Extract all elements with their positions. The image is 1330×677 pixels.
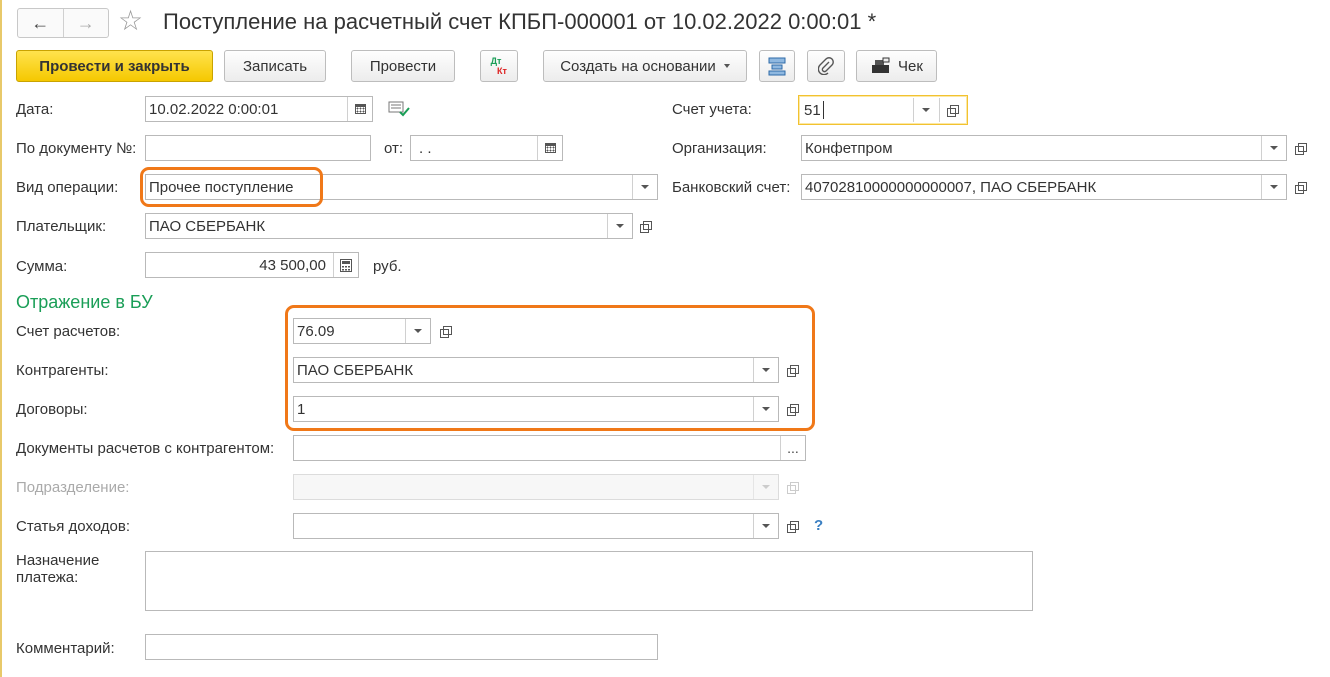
chevron-down-icon[interactable]	[913, 98, 938, 122]
back-button[interactable]: ←	[18, 9, 63, 37]
highlight-operation-type	[140, 167, 323, 207]
bank-account-label: Банковский счет:	[672, 179, 791, 196]
chevron-down-icon[interactable]	[753, 514, 778, 538]
calendar-button[interactable]	[347, 97, 372, 121]
dt-kt-icon-top: Дт	[490, 56, 502, 66]
payment-purpose-textarea[interactable]	[145, 551, 1033, 611]
dt-kt-icon-bottom: Кт	[497, 66, 507, 76]
save-button[interactable]: Записать	[224, 50, 326, 82]
paperclip-icon	[818, 57, 834, 75]
calendar-icon	[544, 143, 556, 153]
help-icon[interactable]: ?	[814, 517, 823, 534]
nav-group: ← →	[17, 8, 109, 38]
organization-value: Конфетпром	[805, 140, 893, 157]
window-edge	[0, 0, 2, 677]
account-value: 51	[804, 102, 821, 119]
arrow-left-icon: ←	[31, 12, 50, 33]
organization-label: Организация:	[672, 140, 767, 157]
calculator-button[interactable]	[333, 253, 358, 277]
settlement-docs-input[interactable]: ...	[293, 435, 806, 461]
open-organization-button[interactable]	[1288, 136, 1312, 160]
calculator-icon	[340, 258, 352, 272]
payer-label: Плательщик:	[16, 218, 107, 235]
doc-date-field[interactable]: . .	[410, 135, 563, 161]
counterparties-label: Контрагенты:	[16, 362, 109, 379]
open-payer-button[interactable]	[633, 214, 657, 238]
account-select[interactable]: 51	[798, 95, 968, 125]
open-bank-account-button[interactable]	[1288, 175, 1312, 199]
open-icon	[786, 520, 799, 533]
bank-account-select[interactable]: 40702810000000000007, ПАО СБЕРБАНК	[801, 174, 1287, 200]
comment-input[interactable]	[145, 634, 658, 660]
payer-value: ПАО СБЕРБАНК	[149, 218, 266, 235]
arrow-right-icon: →	[76, 12, 95, 33]
operation-type-label: Вид операции:	[16, 179, 119, 196]
receipt-button[interactable]: Чек	[856, 50, 937, 82]
amount-label: Сумма:	[16, 258, 68, 275]
document-check-icon[interactable]	[388, 100, 410, 118]
organization-select[interactable]: Конфетпром	[801, 135, 1287, 161]
doc-number-label: По документу №:	[16, 140, 137, 157]
doc-number-input[interactable]	[145, 135, 371, 161]
payer-select[interactable]: ПАО СБЕРБАНК	[145, 213, 633, 239]
payment-purpose-label: Назначение платежа:	[16, 552, 99, 586]
account-label: Счет учета:	[672, 101, 752, 118]
contracts-label: Договоры:	[16, 401, 88, 418]
chevron-down-icon	[753, 475, 778, 499]
post-button[interactable]: Провести	[351, 50, 455, 82]
open-account-button[interactable]	[939, 98, 964, 122]
settlement-account-label: Счет расчетов:	[16, 323, 121, 340]
chevron-down-icon[interactable]	[1261, 175, 1286, 199]
payment-purpose-label-line2: платежа:	[16, 569, 79, 586]
income-item-select[interactable]	[293, 513, 779, 539]
date-label: Дата:	[16, 101, 54, 118]
post-and-close-button[interactable]: Провести и закрыть	[16, 50, 213, 82]
highlight-accounting-fields	[285, 305, 815, 431]
open-income-item-button[interactable]	[780, 514, 804, 538]
structure-icon	[768, 57, 786, 76]
currency-label: руб.	[373, 258, 402, 275]
chevron-down-icon	[723, 64, 730, 68]
structure-button[interactable]	[759, 50, 795, 82]
date-value: 10.02.2022 0:00:01	[149, 101, 279, 118]
open-icon	[639, 220, 652, 233]
chevron-down-icon[interactable]	[607, 214, 632, 238]
income-item-label: Статья доходов:	[16, 518, 131, 535]
amount-value: 43 500,00	[259, 257, 326, 274]
select-button[interactable]: ...	[780, 436, 805, 460]
open-icon	[946, 104, 959, 117]
calendar-button[interactable]	[537, 136, 562, 160]
open-icon	[1294, 142, 1307, 155]
payment-purpose-label-line1: Назначение	[16, 552, 100, 569]
department-label: Подразделение:	[16, 479, 130, 496]
doc-date-value: . .	[419, 140, 432, 157]
department-select	[293, 474, 779, 500]
favorite-star-icon[interactable]: ☆	[118, 6, 143, 36]
open-icon	[1294, 181, 1307, 194]
calendar-icon	[354, 104, 366, 114]
section-title: Отражение в БУ	[16, 292, 153, 312]
chevron-down-icon[interactable]	[1261, 136, 1286, 160]
settlement-docs-label: Документы расчетов с контрагентом:	[16, 440, 275, 457]
dt-kt-button[interactable]: Дт Кт	[480, 50, 518, 82]
create-based-on-button[interactable]: Создать на основании	[543, 50, 747, 82]
open-icon	[786, 481, 799, 494]
open-department-button	[780, 475, 804, 499]
date-field[interactable]: 10.02.2022 0:00:01	[145, 96, 373, 122]
chevron-down-icon[interactable]	[632, 175, 657, 199]
doc-date-label: от:	[384, 140, 404, 157]
comment-label: Комментарий:	[16, 640, 115, 657]
text-cursor	[823, 101, 824, 119]
attach-button[interactable]	[807, 50, 845, 82]
create-based-on-label: Создать на основании	[560, 57, 716, 75]
cash-register-icon	[872, 57, 890, 73]
bank-account-value: 40702810000000000007, ПАО СБЕРБАНК	[805, 179, 1097, 196]
amount-input[interactable]: 43 500,00	[145, 252, 359, 278]
page-title: Поступление на расчетный счет КПБП-00000…	[163, 9, 877, 34]
forward-button[interactable]: →	[62, 9, 109, 37]
receipt-label: Чек	[898, 57, 923, 75]
